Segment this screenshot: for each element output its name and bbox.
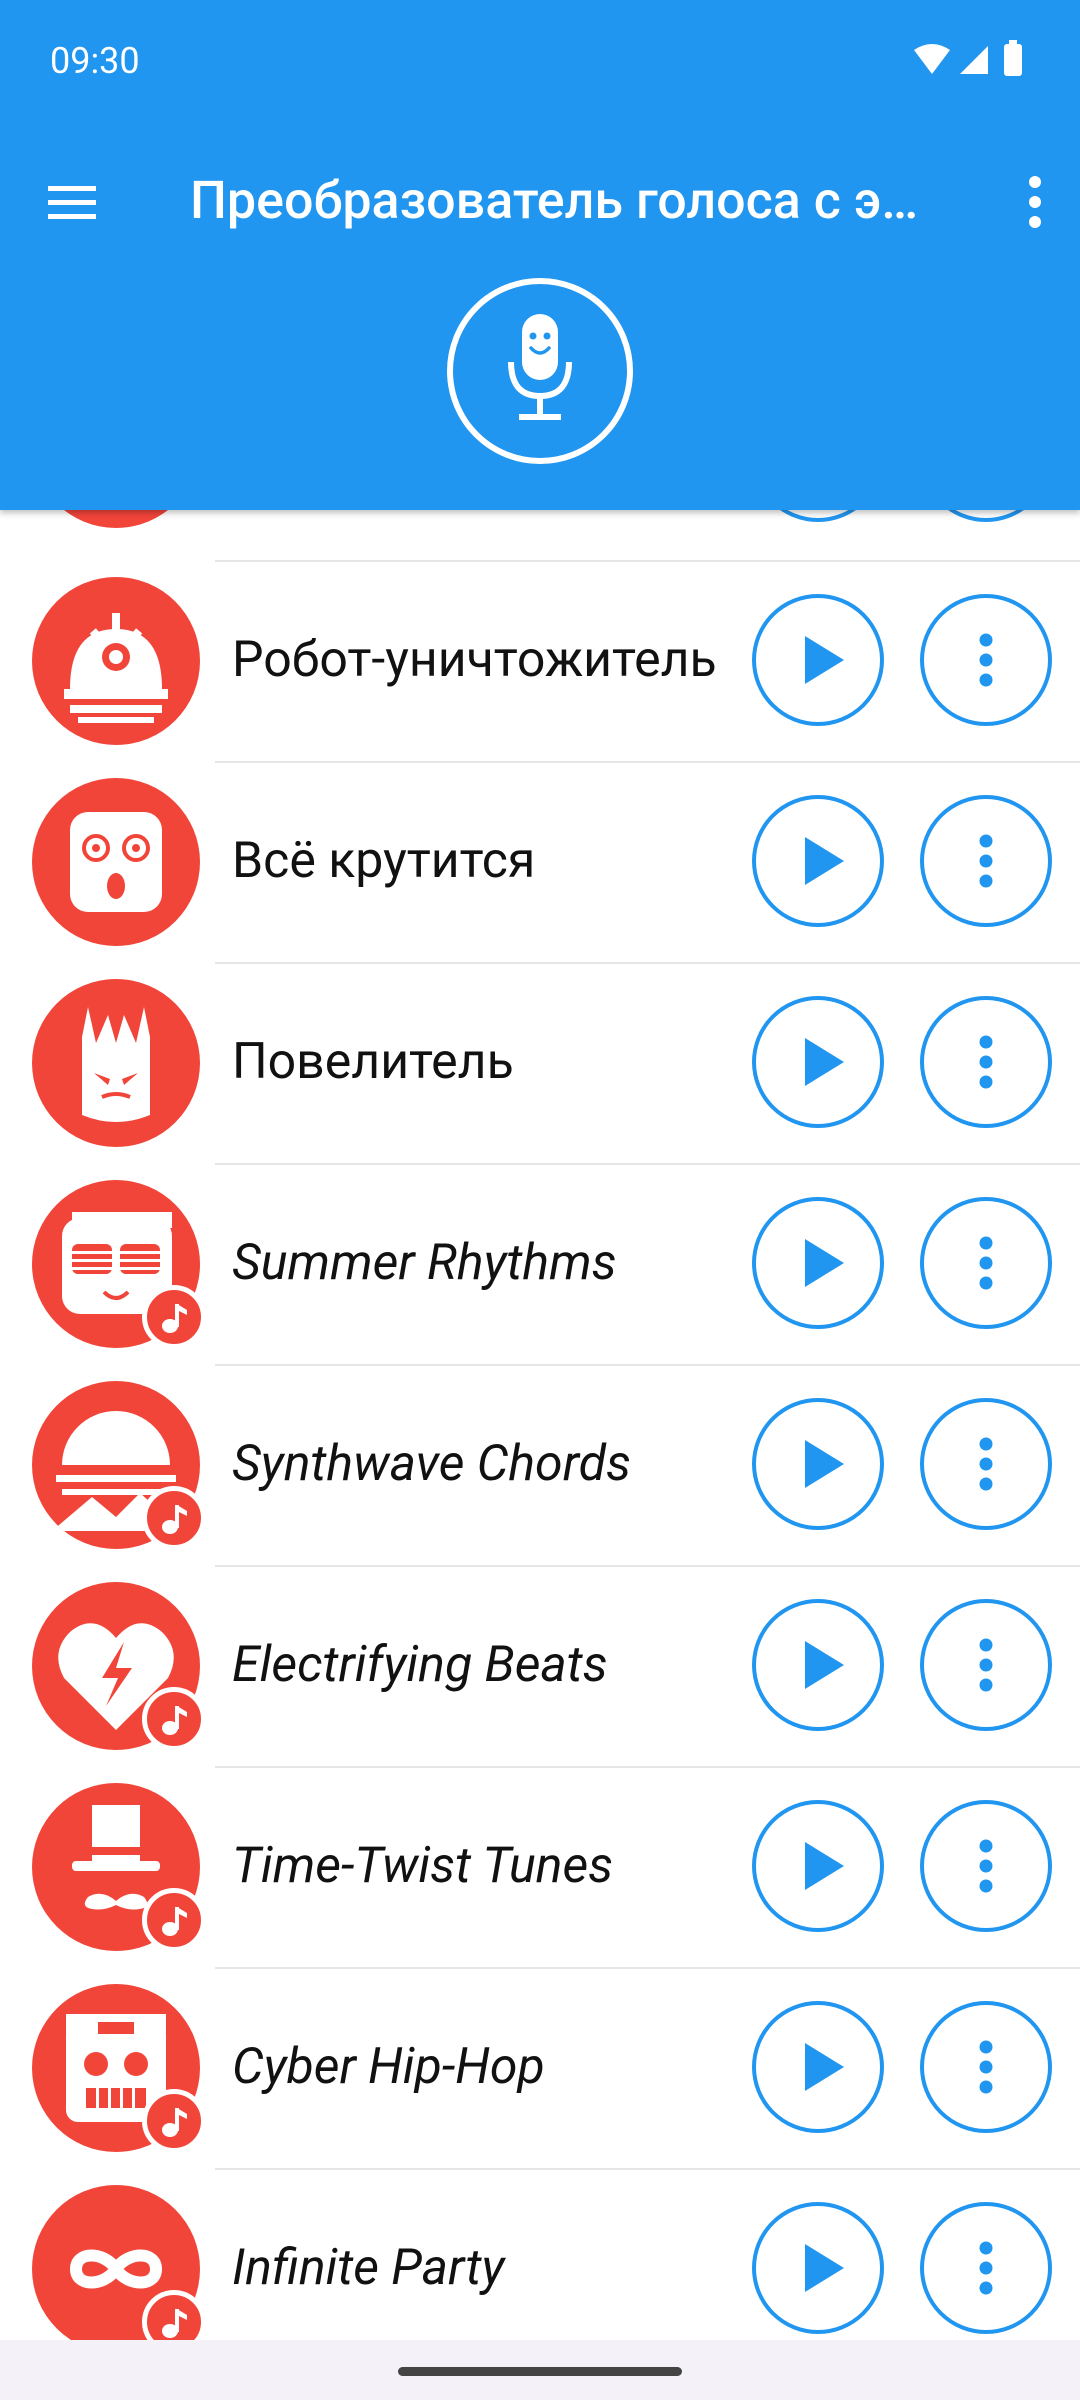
- play-button[interactable]: [752, 510, 884, 522]
- effect-name: Summer Rhythms: [232, 1234, 617, 1292]
- play-icon: [805, 1038, 844, 1086]
- more-vert-icon: [979, 2241, 993, 2295]
- more-options-button[interactable]: [920, 1599, 1052, 1731]
- music-badge: [142, 2290, 206, 2340]
- hamburger-menu-button[interactable]: [30, 160, 114, 244]
- play-icon: [805, 1440, 844, 1488]
- effect-name: Робот-уничтожитель: [232, 631, 717, 689]
- music-badge: [142, 1285, 206, 1349]
- more-vert-icon: [979, 1035, 993, 1089]
- play-button[interactable]: [752, 1398, 884, 1530]
- effect-name: Synthwave Chords: [232, 1435, 632, 1493]
- effect-list-item[interactable]: Synthwave Chords: [0, 1364, 1080, 1564]
- play-icon: [805, 837, 844, 885]
- effect-avatar: [32, 778, 200, 946]
- play-icon: [805, 636, 844, 684]
- play-button[interactable]: [752, 996, 884, 1128]
- music-badge: [142, 1687, 206, 1751]
- app-bar: 09:30 Преобразователь голоса с э…: [0, 0, 1080, 510]
- record-mic-button[interactable]: [447, 278, 633, 464]
- effect-list-item[interactable]: Cyber Hip-Hop: [0, 1967, 1080, 2167]
- status-time: 09:30: [50, 40, 140, 82]
- more-options-button[interactable]: [920, 2001, 1052, 2133]
- play-button[interactable]: [752, 795, 884, 927]
- play-icon: [805, 1842, 844, 1890]
- effect-avatar: [32, 979, 200, 1147]
- effect-name: Всё крутится: [232, 832, 536, 890]
- overflow-menu-button[interactable]: [1000, 160, 1070, 244]
- more-options-button[interactable]: [920, 2202, 1052, 2334]
- robot-dome-icon: [64, 613, 168, 723]
- play-button[interactable]: [752, 2001, 884, 2133]
- more-vert-icon: [979, 633, 993, 687]
- music-note-icon: [162, 2309, 187, 2338]
- effect-list-item[interactable]: Всё крутится: [0, 761, 1080, 961]
- play-button[interactable]: [752, 1197, 884, 1329]
- music-badge: [142, 2089, 206, 2153]
- more-vert-icon: [979, 1638, 993, 1692]
- effect-name: Infinite Party: [232, 2239, 505, 2297]
- more-vert-icon: [979, 834, 993, 888]
- horned-demon-icon: [82, 1007, 150, 1122]
- more-vert-icon: [979, 1839, 993, 1893]
- effect-name: Повелитель: [232, 1033, 514, 1091]
- app-title: Преобразователь голоса с э…: [190, 170, 919, 231]
- play-icon: [805, 2244, 844, 2292]
- effects-list[interactable]: Робот-уничтожитель Всё крутится Повелитель…: [0, 510, 1080, 2340]
- effect-list-item[interactable]: Робот-уничтожитель: [0, 560, 1080, 760]
- effect-list-item[interactable]: Summer Rhythms: [0, 1163, 1080, 1363]
- more-options-button[interactable]: [920, 996, 1052, 1128]
- more-vert-icon: [979, 1236, 993, 1290]
- play-icon: [805, 2043, 844, 2091]
- effect-name: Time-Twist Tunes: [232, 1837, 614, 1895]
- effect-list-item[interactable]: Electrifying Beats: [0, 1565, 1080, 1765]
- play-button[interactable]: [752, 594, 884, 726]
- music-note-icon: [162, 1907, 187, 1936]
- dizzy-face-icon: [70, 812, 162, 912]
- effect-name: Electrifying Beats: [232, 1636, 608, 1694]
- play-button[interactable]: [752, 1800, 884, 1932]
- wifi-signal-battery-icon: [914, 40, 1022, 76]
- play-button[interactable]: [752, 2202, 884, 2334]
- more-options-button[interactable]: [920, 1398, 1052, 1530]
- more-vert-icon: [1029, 176, 1041, 228]
- hamburger-menu-icon: [48, 186, 96, 219]
- effect-name: Cyber Hip-Hop: [232, 2038, 545, 2096]
- music-badge: [142, 1888, 206, 1952]
- home-indicator[interactable]: [398, 2367, 682, 2376]
- more-options-button[interactable]: [920, 795, 1052, 927]
- play-icon: [805, 1239, 844, 1287]
- music-note-icon: [162, 1304, 187, 1333]
- play-button[interactable]: [752, 1599, 884, 1731]
- smiling-microphone-icon: [508, 314, 572, 420]
- effect-avatar: [32, 510, 200, 528]
- effect-list-item[interactable]: Time-Twist Tunes: [0, 1766, 1080, 1966]
- more-vert-icon: [979, 2040, 993, 2094]
- music-note-icon: [162, 1706, 187, 1735]
- music-badge: [142, 1486, 206, 1550]
- music-note-icon: [162, 1505, 187, 1534]
- play-icon: [805, 1641, 844, 1689]
- status-icons: [912, 40, 1032, 84]
- more-options-button[interactable]: [920, 1197, 1052, 1329]
- more-button[interactable]: [920, 510, 1052, 522]
- more-options-button[interactable]: [920, 1800, 1052, 1932]
- music-note-icon: [162, 2108, 187, 2137]
- effect-avatar: [32, 577, 200, 745]
- more-options-button[interactable]: [920, 594, 1052, 726]
- more-vert-icon: [979, 1437, 993, 1491]
- effect-list-item[interactable]: Infinite Party: [0, 2168, 1080, 2340]
- effect-list-item[interactable]: Повелитель: [0, 962, 1080, 1162]
